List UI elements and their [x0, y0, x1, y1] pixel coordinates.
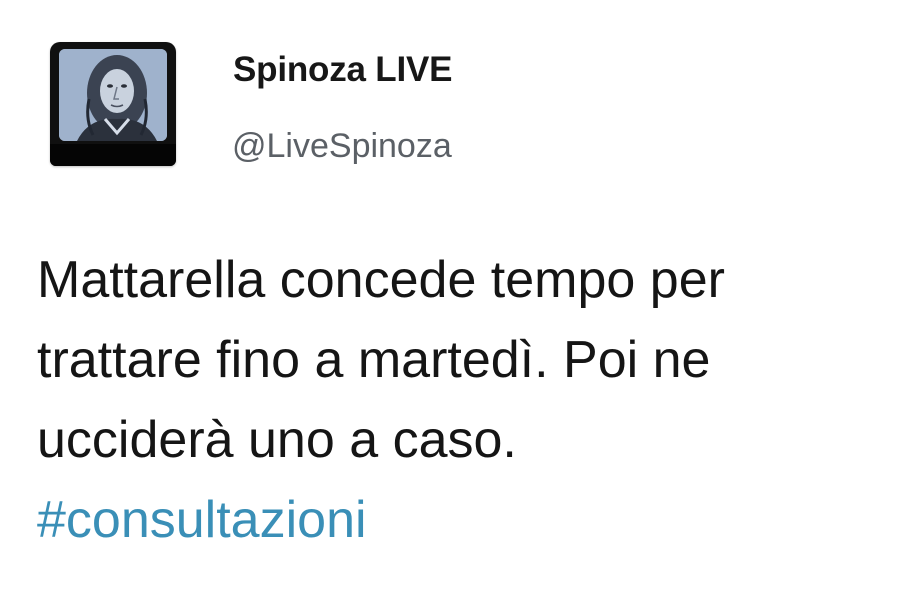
profile-avatar[interactable]: [50, 42, 176, 166]
tweet-card: Spinoza LIVE @LiveSpinoza Mattarella con…: [0, 0, 913, 609]
author-handle[interactable]: @LiveSpinoza: [232, 127, 452, 166]
author-name[interactable]: Spinoza LIVE: [233, 50, 452, 90]
tweet-text-line: Mattarella concede tempo per: [37, 251, 725, 309]
avatar-tv-screen: [59, 49, 167, 141]
hashtag-link[interactable]: #consultazioni: [37, 480, 913, 560]
tweet-text-line: ucciderà uno a caso.: [37, 411, 517, 469]
tweet-text: Mattarella concede tempo per trattare fi…: [37, 240, 913, 560]
tweet-text-line: trattare fino a martedì. Poi ne: [37, 331, 711, 389]
avatar-tv-stand: [50, 144, 176, 166]
portrait-icon: [59, 49, 167, 141]
